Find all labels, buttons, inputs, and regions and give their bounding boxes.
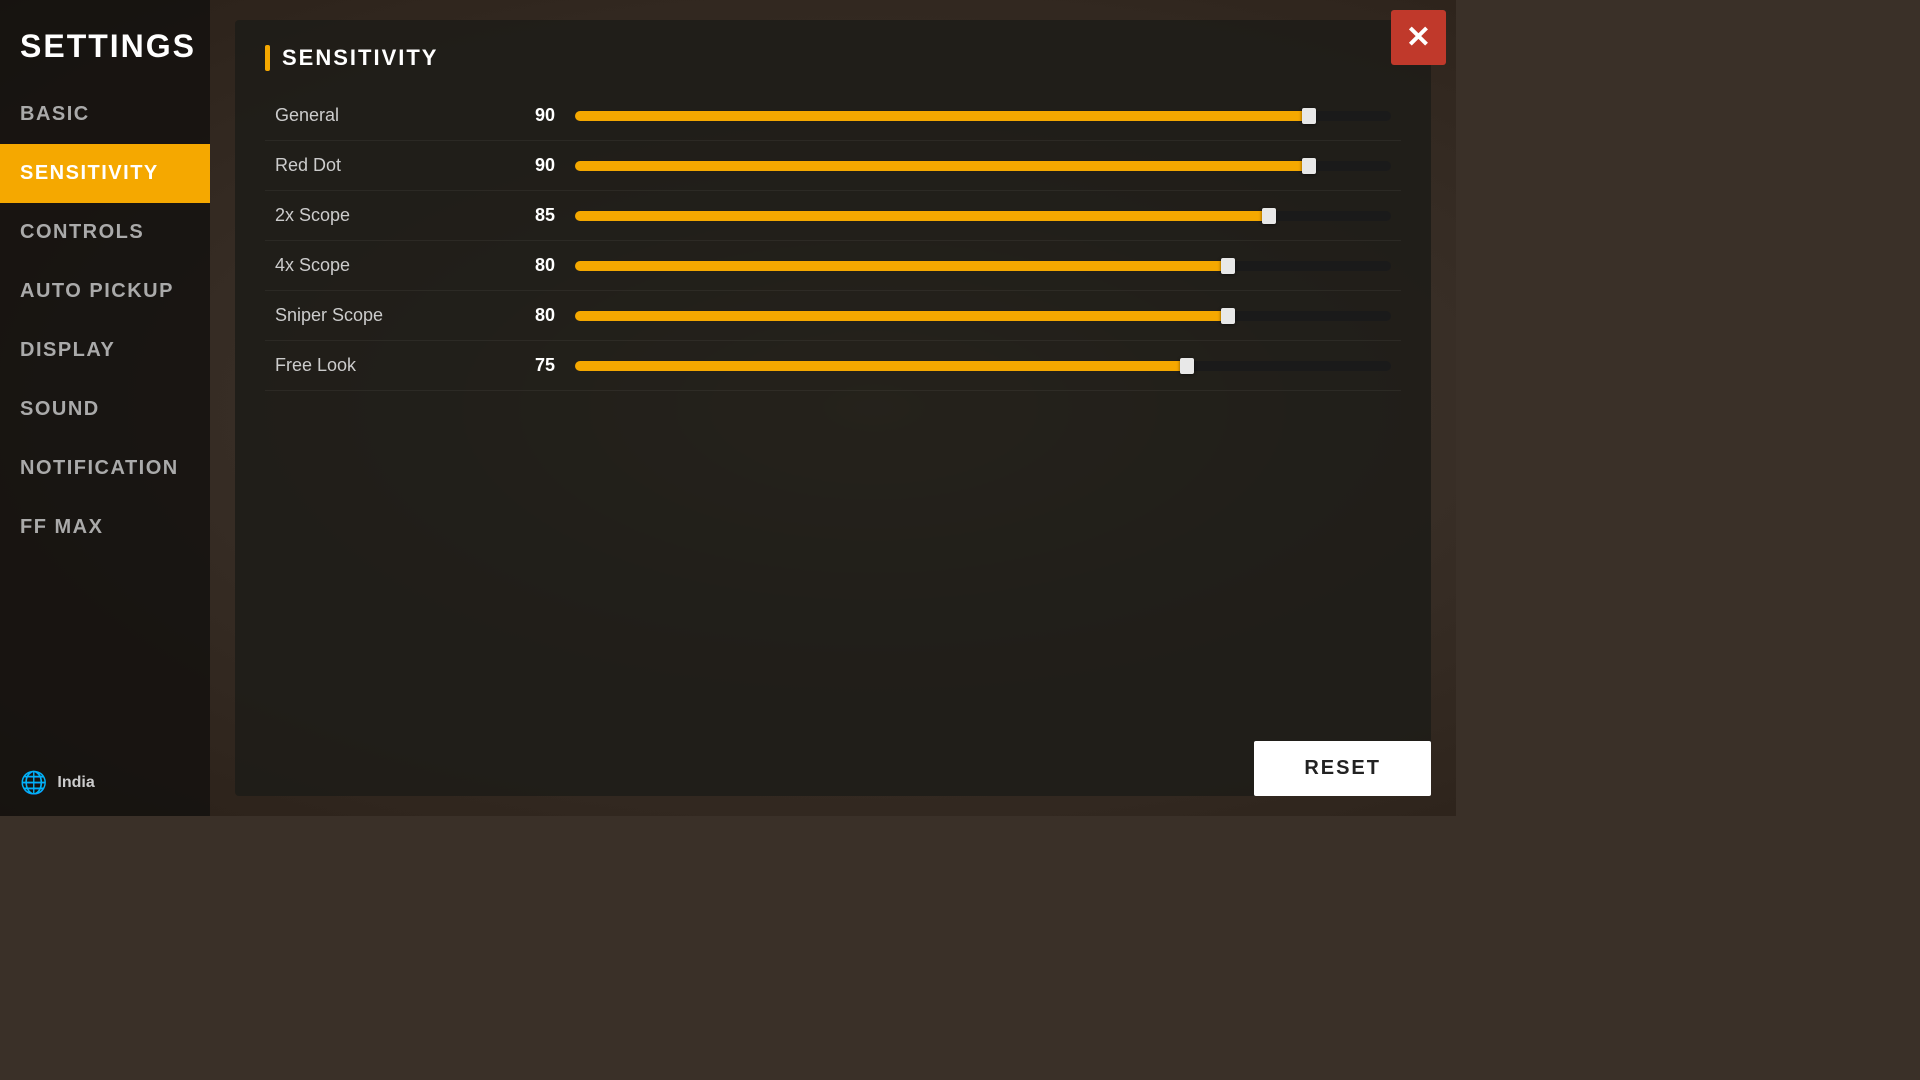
slider-track-2[interactable] [575, 211, 1391, 221]
slider-track-4[interactable] [575, 311, 1391, 321]
content-panel: SENSITIVITY General90Red Dot902x Scope85… [235, 20, 1431, 796]
slider-track-fill-1 [575, 161, 1309, 171]
app-title: SETTINGS [0, 10, 210, 85]
slider-label-1: Red Dot [275, 155, 495, 176]
close-icon: ✕ [1406, 23, 1431, 53]
sliders-container: General90Red Dot902x Scope854x Scope80Sn… [265, 91, 1401, 391]
slider-value-4: 80 [495, 305, 555, 326]
sidebar-item-sound[interactable]: SOUND [0, 380, 210, 439]
globe-icon: 🌐 [20, 770, 47, 796]
slider-label-2: 2x Scope [275, 205, 495, 226]
slider-value-5: 75 [495, 355, 555, 376]
slider-row-5: Free Look75 [265, 341, 1401, 391]
section-bar-accent [265, 45, 270, 71]
slider-thumb-2[interactable] [1262, 208, 1276, 224]
slider-track-0[interactable] [575, 111, 1391, 121]
region-label: India [57, 774, 94, 792]
slider-track-5[interactable] [575, 361, 1391, 371]
main-content: SENSITIVITY General90Red Dot902x Scope85… [210, 0, 1456, 816]
sidebar: SETTINGS BASICSENSITIVITYCONTROLSAUTO PI… [0, 0, 210, 816]
slider-thumb-4[interactable] [1221, 308, 1235, 324]
slider-thumb-1[interactable] [1302, 158, 1316, 174]
slider-value-0: 90 [495, 105, 555, 126]
sidebar-item-ff-max[interactable]: FF MAX [0, 498, 210, 557]
slider-track-fill-4 [575, 311, 1228, 321]
slider-row-2: 2x Scope85 [265, 191, 1401, 241]
slider-label-3: 4x Scope [275, 255, 495, 276]
sidebar-item-controls[interactable]: CONTROLS [0, 203, 210, 262]
slider-value-3: 80 [495, 255, 555, 276]
slider-label-5: Free Look [275, 355, 495, 376]
sidebar-item-sensitivity[interactable]: SENSITIVITY [0, 144, 210, 203]
slider-track-fill-5 [575, 361, 1187, 371]
slider-thumb-5[interactable] [1180, 358, 1194, 374]
section-title-text: SENSITIVITY [282, 45, 438, 71]
slider-track-fill-2 [575, 211, 1269, 221]
slider-track-fill-3 [575, 261, 1228, 271]
slider-thumb-0[interactable] [1302, 108, 1316, 124]
reset-button[interactable]: RESET [1254, 741, 1431, 796]
slider-track-fill-0 [575, 111, 1309, 121]
slider-row-1: Red Dot90 [265, 141, 1401, 191]
slider-label-4: Sniper Scope [275, 305, 495, 326]
sidebar-item-basic[interactable]: BASIC [0, 85, 210, 144]
section-header: SENSITIVITY [265, 45, 1401, 71]
slider-row-0: General90 [265, 91, 1401, 141]
sidebar-item-auto-pickup[interactable]: AUTO PICKUP [0, 262, 210, 321]
slider-value-2: 85 [495, 205, 555, 226]
slider-thumb-3[interactable] [1221, 258, 1235, 274]
slider-track-1[interactable] [575, 161, 1391, 171]
slider-value-1: 90 [495, 155, 555, 176]
slider-label-0: General [275, 105, 495, 126]
sidebar-item-display[interactable]: DISPLAY [0, 321, 210, 380]
slider-track-3[interactable] [575, 261, 1391, 271]
region-selector[interactable]: 🌐 India [0, 750, 210, 816]
slider-row-4: Sniper Scope80 [265, 291, 1401, 341]
sidebar-item-notification[interactable]: NOTIFICATION [0, 439, 210, 498]
slider-row-3: 4x Scope80 [265, 241, 1401, 291]
close-button[interactable]: ✕ [1391, 10, 1446, 65]
